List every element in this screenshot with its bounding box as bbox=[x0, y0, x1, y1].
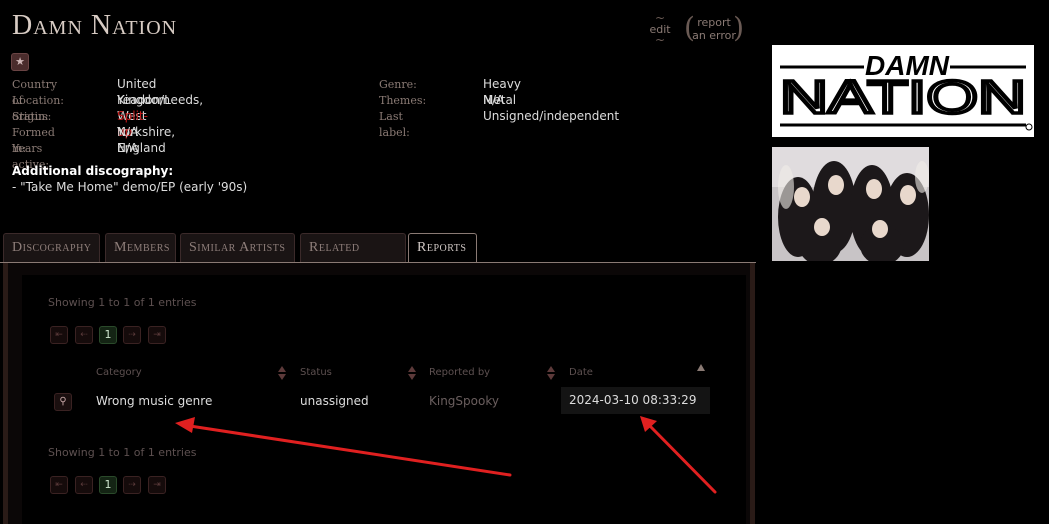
band-name: Damn Nation bbox=[12, 10, 178, 41]
prev-page-button[interactable]: ⇠ bbox=[75, 476, 93, 494]
ornament-top-icon: ~ bbox=[654, 11, 666, 25]
report-label-2: an error bbox=[692, 29, 736, 42]
ornament-bottom-icon: ~ bbox=[654, 33, 666, 47]
first-page-button[interactable]: ⇤ bbox=[50, 326, 68, 344]
tab-similar-artists[interactable]: Similar Artists bbox=[180, 233, 295, 262]
prev-page-button[interactable]: ⇠ bbox=[75, 326, 93, 344]
entries-info-bottom: Showing 1 to 1 of 1 entries bbox=[48, 446, 197, 459]
location-label: Location: bbox=[12, 94, 64, 107]
band-logo: DAMN NATION bbox=[772, 45, 1034, 137]
page-1-button[interactable]: 1 bbox=[99, 476, 117, 494]
last-page-button[interactable]: ⇥ bbox=[148, 326, 166, 344]
formed-value: N/A bbox=[117, 125, 139, 139]
column-status[interactable]: Status bbox=[300, 367, 332, 378]
edit-link[interactable]: ~ edit ~ bbox=[646, 11, 674, 47]
bracket-right-icon: ) bbox=[733, 11, 744, 44]
last-page-button[interactable]: ⇥ bbox=[148, 476, 166, 494]
themes-value: N/A bbox=[483, 93, 505, 107]
report-date: 2024-03-10 08:33:29 bbox=[561, 387, 710, 414]
first-page-button[interactable]: ⇤ bbox=[50, 476, 68, 494]
sort-reported-by-icon[interactable] bbox=[547, 366, 555, 380]
star-icon[interactable]: ★ bbox=[11, 53, 29, 71]
genre-label: Genre: bbox=[379, 78, 417, 91]
page-1-button[interactable]: 1 bbox=[99, 326, 117, 344]
sort-category-icon[interactable] bbox=[278, 366, 286, 380]
column-date[interactable]: Date bbox=[569, 367, 593, 378]
tab-related-links[interactable]: Related Links bbox=[300, 233, 406, 283]
themes-label: Themes: bbox=[379, 94, 427, 107]
status-label: Status: bbox=[12, 110, 52, 123]
next-page-button[interactable]: ⇢ bbox=[123, 326, 141, 344]
years-value: N/A bbox=[117, 141, 139, 155]
report-reporter[interactable]: KingSpooky bbox=[429, 394, 499, 408]
report-status: unassigned bbox=[300, 394, 369, 408]
report-category: Wrong music genre bbox=[96, 394, 213, 408]
additional-discography-heading: Additional discography: bbox=[12, 164, 174, 178]
report-error-link[interactable]: ( report an error ) bbox=[684, 11, 744, 46]
band-photo bbox=[772, 147, 929, 261]
report-label-1: report bbox=[697, 16, 731, 29]
tab-members[interactable]: Members bbox=[105, 233, 176, 262]
next-page-button[interactable]: ⇢ bbox=[123, 476, 141, 494]
sort-date-asc-icon[interactable] bbox=[697, 364, 705, 371]
entries-info-top: Showing 1 to 1 of 1 entries bbox=[48, 296, 197, 309]
last-label-value[interactable]: Unsigned/independent bbox=[483, 108, 619, 124]
logo-line-2: NATION bbox=[780, 71, 1026, 123]
additional-discography-item: - "Take Me Home" demo/EP (early '90s) bbox=[12, 180, 248, 194]
column-category[interactable]: Category bbox=[96, 367, 142, 378]
tab-reports[interactable]: Reports bbox=[408, 233, 477, 263]
last-label-label: Last label: bbox=[379, 110, 410, 139]
column-reported-by[interactable]: Reported by bbox=[429, 367, 490, 378]
tab-discography[interactable]: Discography bbox=[3, 233, 100, 262]
sort-status-icon[interactable] bbox=[408, 366, 416, 380]
magnifier-icon[interactable]: ⚲ bbox=[54, 393, 72, 411]
